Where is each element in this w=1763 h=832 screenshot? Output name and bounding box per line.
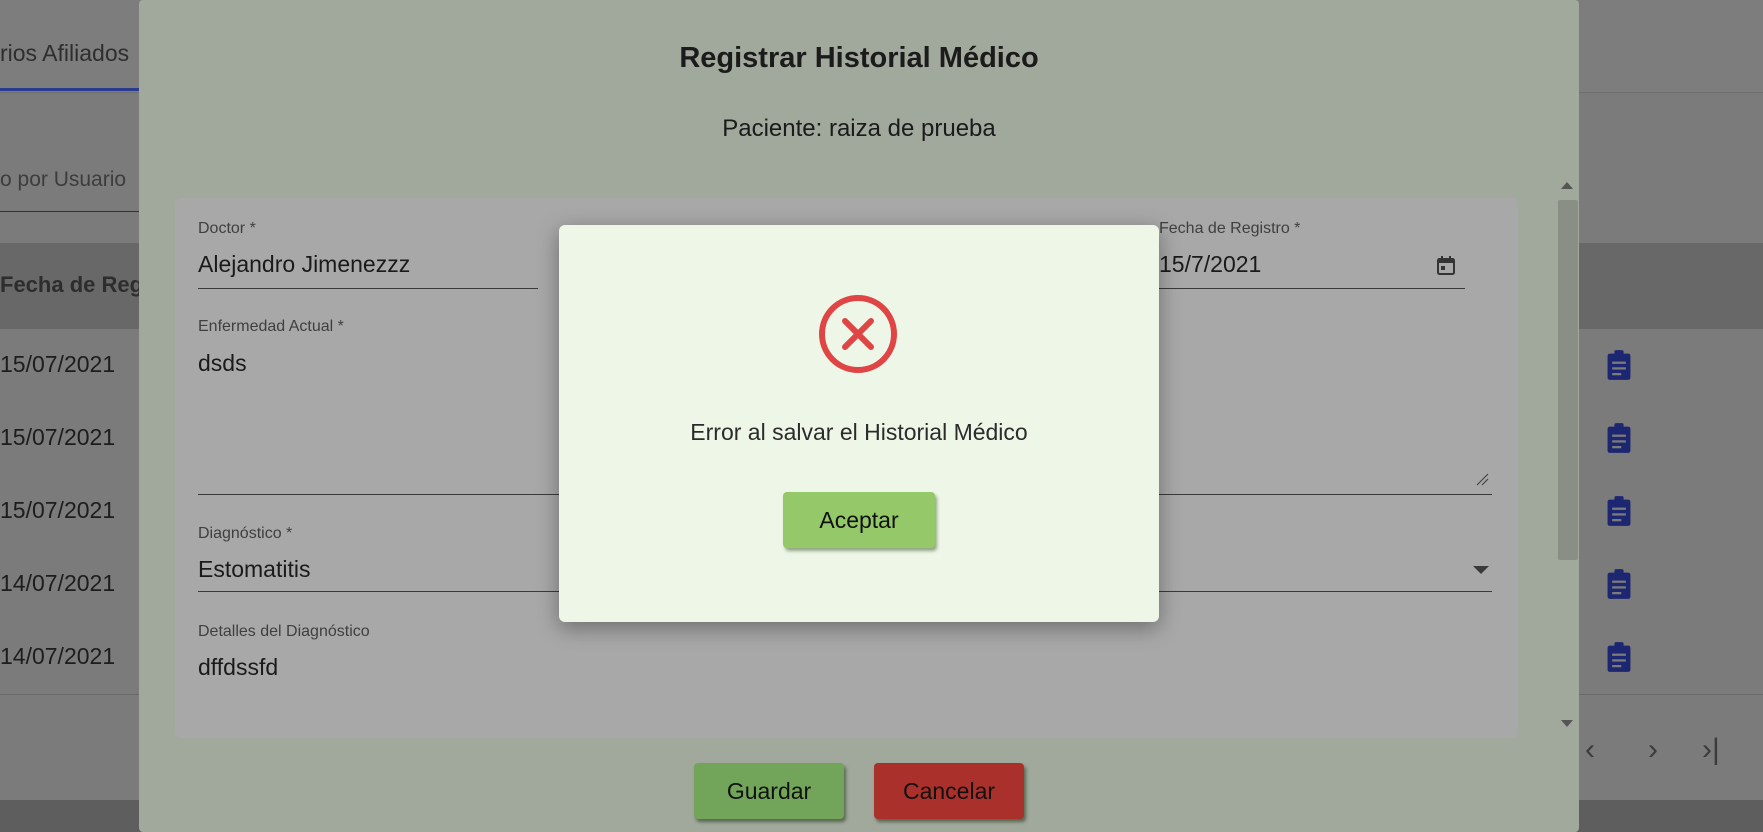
row-date: 14/07/2021: [0, 643, 116, 669]
pager-last-icon[interactable]: ›|: [1702, 733, 1720, 767]
doctor-label: Doctor *: [198, 220, 256, 237]
fecha-underline: [1159, 288, 1465, 289]
pager-next-icon[interactable]: ›: [1648, 733, 1658, 767]
detalles-label: Detalles del Diagnóstico: [198, 623, 370, 640]
chevron-down-icon[interactable]: [1473, 566, 1489, 574]
doctor-field[interactable]: Alejandro Jimenezzz: [198, 251, 410, 278]
scroll-up-icon[interactable]: [1561, 182, 1573, 189]
doctor-underline: [198, 288, 538, 289]
clipboard-icon[interactable]: [1605, 349, 1633, 381]
row-date: 15/07/2021: [0, 424, 116, 450]
scroll-down-icon[interactable]: [1561, 720, 1573, 727]
diagnostico-select[interactable]: Estomatitis: [198, 556, 310, 583]
alert-message: Error al salvar el Historial Médico: [690, 419, 1028, 445]
detalles-textarea[interactable]: dffdssfd: [198, 654, 278, 681]
fecha-label: Fecha de Registro *: [1159, 220, 1301, 237]
patient-name: Paciente: raiza de prueba: [722, 115, 996, 142]
tab-afiliados[interactable]: rios Afiliados: [0, 40, 129, 67]
column-header-fecha: Fecha de Reg: [0, 272, 144, 297]
accept-button[interactable]: Aceptar: [783, 492, 935, 548]
save-button[interactable]: Guardar: [694, 763, 844, 819]
row-date: 14/07/2021: [0, 570, 116, 596]
enfermedad-textarea[interactable]: dsds: [198, 350, 247, 377]
diagnostico-label: Diagnóstico *: [198, 525, 293, 542]
error-alert-dialog: Error al salvar el Historial Médico Acep…: [559, 225, 1159, 622]
row-date: 15/07/2021: [0, 351, 116, 377]
cancel-button[interactable]: Cancelar: [874, 763, 1024, 819]
clipboard-icon[interactable]: [1605, 641, 1633, 673]
error-x-icon: [819, 295, 897, 373]
calendar-icon[interactable]: [1435, 255, 1457, 277]
modal-title: Registrar Historial Médico: [679, 42, 1039, 74]
tab-active-indicator: [0, 88, 140, 91]
clipboard-icon[interactable]: [1605, 495, 1633, 527]
fecha-field[interactable]: 15/7/2021: [1159, 251, 1261, 278]
clipboard-icon[interactable]: [1605, 422, 1633, 454]
clipboard-icon[interactable]: [1605, 568, 1633, 600]
enfermedad-label: Enfermedad Actual *: [198, 318, 344, 335]
filter-by-user-input[interactable]: o por Usuario: [0, 168, 126, 192]
resize-grip-icon[interactable]: [1475, 472, 1489, 486]
scrollbar-thumb[interactable]: [1558, 200, 1578, 560]
row-date: 15/07/2021: [0, 497, 116, 523]
filter-underline: [0, 211, 140, 212]
pager-prev-icon[interactable]: ‹: [1585, 733, 1595, 767]
